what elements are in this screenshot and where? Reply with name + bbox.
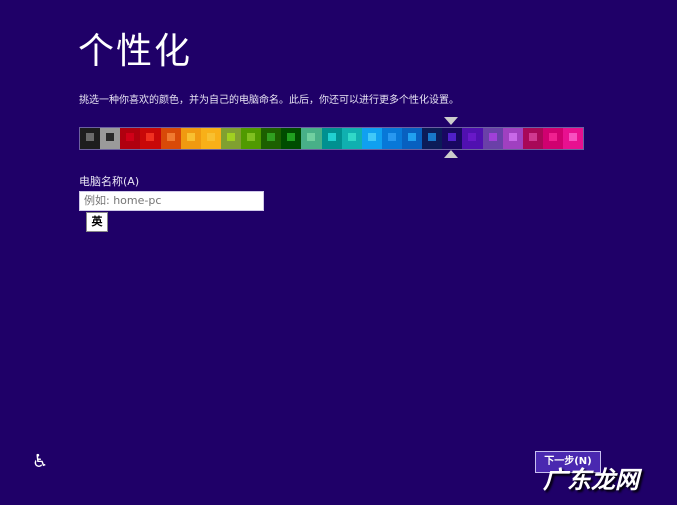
color-swatch-accent (307, 132, 316, 141)
selected-color-marker-bottom (444, 150, 459, 158)
color-swatch-accent (448, 132, 457, 141)
page-description: 挑选一种你喜欢的颜色，并为自己的电脑命名。此后，你还可以进行更多个性化设置。 (79, 95, 459, 106)
color-swatch[interactable] (140, 128, 161, 149)
color-swatch-accent (468, 132, 477, 141)
color-swatch[interactable] (321, 128, 342, 149)
color-swatch-accent (86, 132, 95, 141)
color-swatch[interactable] (381, 128, 402, 149)
color-swatch[interactable] (462, 128, 483, 149)
color-swatch-accent (569, 132, 578, 141)
selected-color-marker-top (444, 117, 459, 125)
color-swatch[interactable] (301, 128, 322, 149)
color-swatch[interactable] (482, 128, 503, 149)
color-swatch-accent (508, 132, 517, 141)
color-palette[interactable] (79, 127, 584, 150)
color-swatch[interactable] (442, 128, 463, 149)
ime-indicator[interactable]: 英 (86, 212, 108, 232)
color-swatch-accent (247, 132, 256, 141)
ease-of-access-icon[interactable]: ♿ (32, 451, 48, 472)
color-swatch-accent (528, 132, 537, 141)
color-swatch[interactable] (180, 128, 201, 149)
computer-name-input[interactable] (79, 191, 264, 211)
color-swatch-accent (126, 132, 135, 141)
color-swatch[interactable] (281, 128, 302, 149)
color-swatch-accent (327, 132, 336, 141)
color-swatch[interactable] (261, 128, 282, 149)
color-swatch-accent (548, 132, 557, 141)
color-swatch[interactable] (160, 128, 181, 149)
color-swatch[interactable] (542, 128, 563, 149)
computer-name-label: 电脑名称(A) (79, 175, 140, 188)
color-swatch-accent (287, 132, 296, 141)
color-swatch-accent (226, 132, 235, 141)
color-swatch[interactable] (100, 128, 121, 149)
color-swatch[interactable] (402, 128, 423, 149)
color-swatch[interactable] (200, 128, 221, 149)
color-swatch[interactable] (341, 128, 362, 149)
color-swatch[interactable] (522, 128, 543, 149)
color-swatch[interactable] (120, 128, 141, 149)
color-swatch-accent (408, 132, 417, 141)
color-swatch[interactable] (422, 128, 443, 149)
color-swatch[interactable] (80, 128, 101, 149)
page-title: 个性化 (78, 31, 193, 72)
color-swatch[interactable] (563, 128, 584, 149)
color-swatch-accent (267, 132, 276, 141)
color-swatch[interactable] (502, 128, 523, 149)
color-swatch-accent (428, 132, 437, 141)
color-swatch[interactable] (241, 128, 262, 149)
color-swatch-accent (106, 132, 115, 141)
color-swatch-accent (387, 132, 396, 141)
color-swatch-accent (206, 132, 215, 141)
color-swatch-accent (367, 132, 376, 141)
color-swatch-accent (347, 132, 356, 141)
color-swatch-accent (166, 132, 175, 141)
color-swatch[interactable] (361, 128, 382, 149)
watermark: 广东龙网 (543, 466, 639, 494)
color-swatch[interactable] (220, 128, 241, 149)
color-swatch-accent (146, 132, 155, 141)
color-swatch-accent (186, 132, 195, 141)
color-swatch-accent (488, 132, 497, 141)
